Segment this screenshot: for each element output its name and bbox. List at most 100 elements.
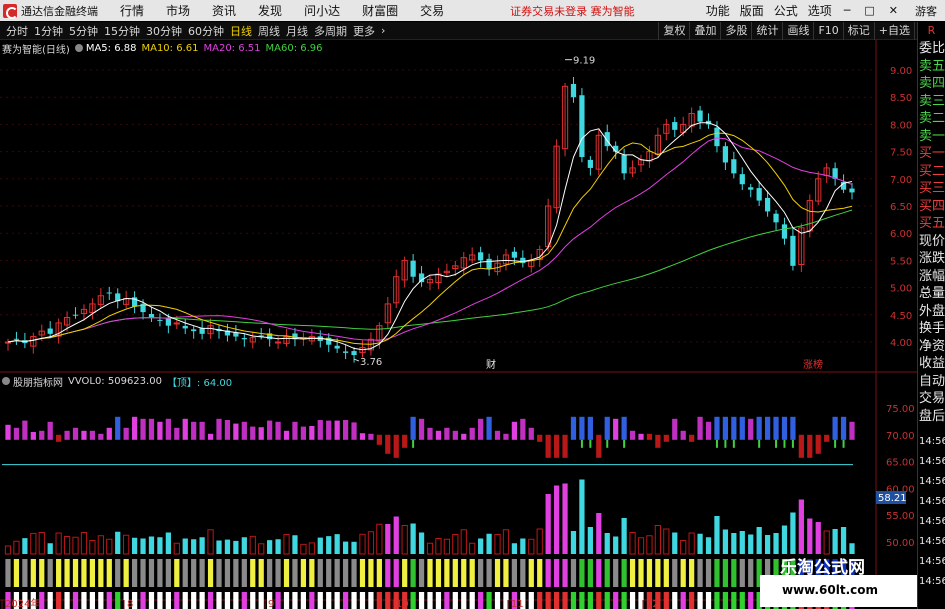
osc-bar xyxy=(410,416,416,440)
signal-strip-top xyxy=(207,559,214,587)
side-r-mark[interactable]: R xyxy=(918,22,945,40)
vol-bar xyxy=(452,534,459,555)
vol-bar xyxy=(359,533,366,555)
candle-body xyxy=(790,235,796,266)
signal-strip-top xyxy=(199,559,205,587)
side-item-12[interactable]: 涨跌 xyxy=(918,250,945,267)
osc-bar xyxy=(629,430,636,440)
signal-strip-bottom xyxy=(587,592,593,609)
price-tick-label: 5.50 xyxy=(890,256,912,267)
side-item-2[interactable]: 卖四 xyxy=(918,75,945,92)
side-item-16[interactable]: 换手 xyxy=(918,320,945,337)
vol-bar xyxy=(545,494,551,554)
vol-bar xyxy=(621,518,627,554)
signal-strip-top xyxy=(731,559,737,587)
vol-bar xyxy=(562,483,568,554)
side-item-14[interactable]: 总量 xyxy=(918,285,945,302)
osc-bar xyxy=(123,427,129,440)
vol-bar xyxy=(613,536,619,554)
signal-strip-top xyxy=(165,559,171,587)
candle-body xyxy=(173,322,180,325)
osc-bar xyxy=(300,426,307,440)
price-tick-label: 7.00 xyxy=(890,175,912,186)
vol-bar xyxy=(326,536,332,554)
side-item-20[interactable]: 交易 xyxy=(918,390,945,407)
vol-bar xyxy=(165,532,171,554)
kline-chart[interactable]: 9.00 8.50 8.00 7.50 7.00 6.50 6.00 5.50 5.00 4.50… xyxy=(0,0,917,609)
signal-strip-top xyxy=(22,559,28,587)
signal-strip-bottom xyxy=(629,592,636,609)
signal-strip-top xyxy=(435,559,442,587)
side-time-6: 14:56 xyxy=(919,556,945,567)
vol-bar xyxy=(502,529,510,555)
candle-body xyxy=(579,95,585,158)
vol-bar xyxy=(781,525,788,554)
side-item-6[interactable]: 买一 xyxy=(918,145,945,162)
osc-bar xyxy=(283,430,290,440)
side-item-1[interactable]: 卖五 xyxy=(918,58,945,75)
signal-strip-bottom xyxy=(689,592,695,609)
signal-strip-top xyxy=(663,559,669,587)
candle-body xyxy=(157,319,163,321)
side-item-3[interactable]: 卖三 xyxy=(918,93,945,110)
side-item-21[interactable]: 盘后 xyxy=(918,408,945,425)
candle-body xyxy=(148,313,155,318)
osc-bar xyxy=(309,426,315,440)
side-item-7[interactable]: 买二 xyxy=(918,163,945,180)
sub-value-text: 58.21 xyxy=(878,493,907,504)
vol-bar xyxy=(426,542,434,555)
signal-strip-top xyxy=(553,559,560,587)
signal-strip-bottom xyxy=(562,592,568,609)
osc-bar xyxy=(39,430,45,440)
osc-bar xyxy=(452,430,458,440)
vol-bar xyxy=(460,529,467,555)
price-tick-label: 8.00 xyxy=(890,120,912,131)
side-item-18[interactable]: 收益 xyxy=(918,355,945,372)
candle-body xyxy=(722,146,729,163)
signal-strip-top xyxy=(680,559,686,587)
side-item-19[interactable]: 自动 xyxy=(918,373,945,390)
watermark: 乐淘公式网 www.60lt.com xyxy=(760,558,917,607)
side-item-17[interactable]: 净资 xyxy=(918,338,945,355)
side-item-11[interactable]: 现价 xyxy=(918,233,945,250)
osc-bar xyxy=(680,430,686,440)
osc-green-tick xyxy=(791,439,794,448)
vol-bar xyxy=(63,536,71,555)
side-item-13[interactable]: 涨幅 xyxy=(918,268,945,285)
signal-strip-bottom xyxy=(98,592,104,609)
signal-strip-top xyxy=(714,559,720,587)
vol-bar xyxy=(553,485,560,554)
signal-strip-top xyxy=(452,559,458,587)
signal-strip-bottom xyxy=(376,592,382,609)
candle-body xyxy=(47,328,53,334)
side-item-15[interactable]: 外盘 xyxy=(918,303,945,320)
side-item-0[interactable]: 委比 xyxy=(918,40,945,57)
vol-bar xyxy=(241,537,247,554)
osc-bar xyxy=(646,433,653,440)
osc-bar xyxy=(849,421,855,440)
signal-strip-bottom xyxy=(64,592,70,609)
side-item-10[interactable]: 买五 xyxy=(918,215,945,232)
signal-strip-top xyxy=(89,559,96,587)
vol-bar xyxy=(267,540,273,554)
side-item-4[interactable]: 卖二 xyxy=(918,110,945,127)
side-item-8[interactable]: 买三 xyxy=(918,180,945,197)
osc-bar xyxy=(731,416,737,440)
guest-label[interactable]: 游客 xyxy=(915,3,937,19)
side-item-5[interactable]: 卖一 xyxy=(918,128,945,145)
signal-strip-top xyxy=(705,559,712,587)
signal-strip-bottom xyxy=(309,592,315,609)
signal-strip-bottom xyxy=(452,592,458,609)
signal-strip-bottom xyxy=(663,592,669,609)
signal-strip-top xyxy=(13,559,20,587)
side-item-9[interactable]: 买四 xyxy=(918,198,945,215)
signal-strip-top xyxy=(697,559,703,587)
signal-strip-bottom xyxy=(241,592,247,609)
osc-bar xyxy=(840,416,847,440)
signal-strip-bottom xyxy=(579,592,585,609)
osc-bar xyxy=(714,416,720,440)
signal-strip-bottom xyxy=(494,592,501,609)
signal-strip-bottom xyxy=(461,592,467,609)
vol-bar xyxy=(832,529,838,554)
signal-strip-top xyxy=(140,559,146,587)
